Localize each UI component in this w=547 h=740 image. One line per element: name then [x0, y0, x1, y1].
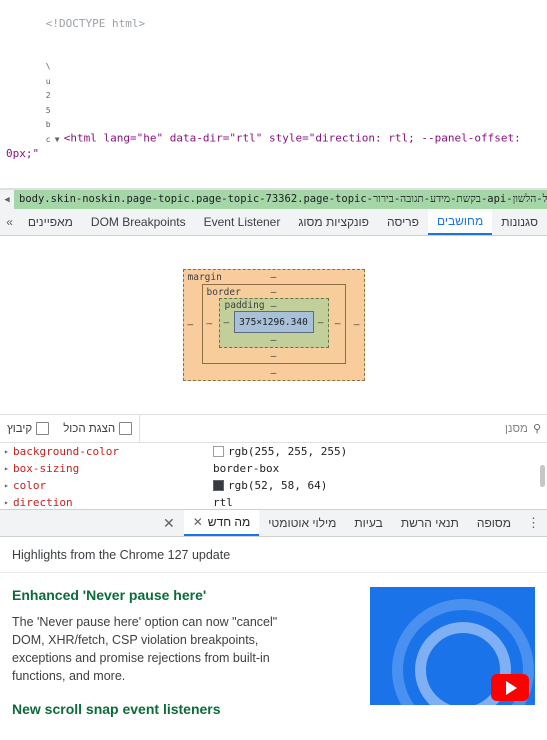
border-left-value[interactable]: – [207, 319, 213, 330]
tab-dom-breakpoints[interactable]: DOM Breakpoints [82, 209, 195, 235]
show-all-checkbox[interactable] [119, 422, 133, 435]
padding-top-value[interactable]: – [271, 301, 277, 312]
computed-filter-bar[interactable]: ⚲ מסנן הצגת הכול קיבוץ [0, 415, 547, 443]
computed-row-color[interactable]: ▸ color rgb(52, 58, 64) [0, 477, 547, 494]
styles-panel-tabs[interactable]: סגנונות מחושבים פריסה פונקציות מסוג Even… [0, 209, 547, 236]
padding-label: padding [224, 300, 265, 311]
tab-event-listeners[interactable]: Event Listener [195, 209, 290, 235]
computed-prop-name: box-sizing [13, 462, 80, 475]
group-checkbox[interactable] [36, 422, 50, 435]
html-tag-text: <html lang="he" data-dir="rtl" style="di… [6, 131, 528, 161]
computed-scrollbar[interactable] [540, 445, 546, 507]
computed-row-background-color[interactable]: ▸ background-color rgb(255, 255, 255) [0, 443, 547, 460]
content-size-value: 375×1296.340 [239, 316, 308, 328]
drawer-close-icon[interactable]: ✕ [154, 510, 184, 536]
drawer-tabs[interactable]: ⋮ מסופה תנאי הרשת בעיות מילוי אוטומטי מה… [0, 510, 547, 537]
filter-icon: ⚲ [532, 423, 541, 435]
computed-prop-name: direction [13, 496, 73, 509]
box-model-diagram[interactable]: margin – – – – border – – – – padding – … [0, 236, 547, 415]
dom-line-doctype: <!DOCTYPE html> [0, 2, 547, 46]
drawer-more-options-icon[interactable]: ⋮ [520, 510, 547, 536]
breadcrumb[interactable]: ◀ body.skin-noskin.page-topic.page-topic… [0, 189, 547, 209]
drawer-tab-whats-new-label: מה חדש [207, 515, 251, 529]
padding-left-value[interactable]: – [224, 318, 230, 329]
border-label: border [206, 287, 241, 298]
drawer-tab-autofill[interactable]: מילוי אוטומטי [259, 510, 345, 536]
show-all-label: הצגת הכול [63, 422, 116, 435]
padding-bottom-value[interactable]: – [271, 335, 277, 346]
computed-filter-input[interactable]: ⚲ מסנן [139, 415, 547, 442]
drawer-tab-issues[interactable]: בעיות [345, 510, 391, 536]
chevron-right-icon-color[interactable]: ▸ [4, 477, 13, 494]
border-top-value[interactable]: – [271, 287, 277, 298]
computed-prop-value: border-box [213, 462, 280, 475]
whats-new-header: Highlights from the Chrome 127 update [0, 537, 547, 573]
margin-label: margin [187, 272, 222, 283]
whats-new-body: Enhanced 'Never pause here' The 'Never p… [0, 573, 547, 717]
tab-layout[interactable]: פריסה [378, 209, 428, 235]
doctype-text: <!DOCTYPE html> [45, 16, 146, 30]
dom-line-html-open-cont: class="composing"> [0, 176, 547, 188]
box-model-content[interactable]: 375×1296.340 [233, 311, 314, 333]
computed-prop-name: background-color [13, 445, 119, 458]
margin-top-value[interactable]: – [271, 272, 277, 283]
border-right-value[interactable]: – [335, 319, 341, 330]
padding-right-value[interactable]: – [318, 318, 324, 329]
computed-styles-list[interactable]: ▸ background-color rgb(255, 255, 255) ▸ … [0, 443, 547, 510]
color-swatch-icon[interactable] [213, 480, 224, 491]
chevron-right-icon-boxsizing[interactable]: ▸ [4, 460, 13, 477]
close-icon[interactable]: ✕ [193, 515, 203, 529]
drawer-tab-console[interactable]: מסופה [468, 510, 520, 536]
tab-properties[interactable]: מאפיינים [19, 209, 82, 235]
computed-prop-value: rgb(52, 58, 64) [228, 479, 328, 492]
chevron-down-icon[interactable]: \u25bc [46, 60, 55, 147]
computed-prop-value-wrap: rgb(52, 58, 64) [213, 477, 327, 494]
tab-styles[interactable]: סגנונות [492, 209, 547, 235]
box-model-margin[interactable]: margin – – – – border – – – – padding – … [182, 269, 365, 381]
devtools-drawer: ⋮ מסופה תנאי הרשת בעיות מילוי אוטומטי מה… [0, 510, 547, 740]
tabs-overflow-icon[interactable]: » [0, 209, 19, 235]
breadcrumb-crumb-body[interactable]: body.skin-noskin.page-topic.page-topic-7… [14, 190, 547, 209]
drawer-tab-whats-new[interactable]: מה חדש ✕ [183, 510, 260, 536]
chevron-right-icon-direction[interactable]: ▸ [4, 494, 13, 509]
margin-right-value[interactable]: – [354, 320, 360, 331]
computed-prop-value-wrap: border-box [213, 460, 279, 477]
computed-row-box-sizing[interactable]: ▸ box-sizing border-box [0, 460, 547, 477]
play-icon[interactable] [491, 674, 529, 701]
computed-prop-value: rgb(255, 255, 255) [228, 445, 348, 458]
tab-class-functions[interactable]: פונקציות מסוג [289, 209, 378, 235]
computed-prop-value: rtl [213, 496, 233, 509]
whats-new-panel[interactable]: Highlights from the Chrome 127 update En… [0, 537, 547, 740]
devtools-window: <!DOCTYPE html> \u25bc ▼ <html lang="he" d… [0, 0, 547, 740]
computed-row-direction[interactable]: ▸ direction rtl [0, 494, 547, 509]
breadcrumb-scroll-left-icon[interactable]: ◀ [0, 195, 14, 205]
color-swatch-icon[interactable] [213, 446, 224, 457]
margin-bottom-value[interactable]: – [271, 368, 277, 379]
computed-prop-name: color [13, 479, 47, 492]
box-model-padding[interactable]: padding – – – – 375×1296.340 [218, 298, 329, 348]
tab-computed[interactable]: מחושבים [427, 209, 493, 235]
chevron-right-icon-bgcolor[interactable]: ▸ [4, 443, 13, 460]
margin-left-value[interactable]: – [188, 320, 194, 331]
border-bottom-value[interactable]: – [271, 351, 277, 362]
show-all-checkbox-row[interactable]: הצגת הכול [56, 422, 139, 435]
dom-line-html-open[interactable]: \u25bc ▼ <html lang="he" data-dir="rtl" st… [0, 46, 547, 177]
dom-tree-panel[interactable]: <!DOCTYPE html> \u25bc ▼ <html lang="he" d… [0, 0, 547, 189]
computed-scrollbar-thumb[interactable] [540, 465, 545, 487]
filter-placeholder: מסנן [505, 422, 528, 435]
group-checkbox-row[interactable]: קיבוץ [0, 422, 56, 435]
youtube-video-thumbnail[interactable] [370, 587, 535, 705]
expand-arrow[interactable]: ▼ [55, 133, 64, 148]
computed-prop-value-wrap: rgb(255, 255, 255) [213, 443, 347, 460]
drawer-tab-network-conditions[interactable]: תנאי הרשת [392, 510, 468, 536]
computed-prop-value-wrap: rtl [213, 494, 233, 509]
group-label: קיבוץ [7, 422, 33, 435]
whats-new-section1-body: The 'Never pause here' option can now "c… [12, 615, 278, 683]
box-model-border[interactable]: border – – – – padding – – – – 375×1296.… [201, 284, 346, 364]
